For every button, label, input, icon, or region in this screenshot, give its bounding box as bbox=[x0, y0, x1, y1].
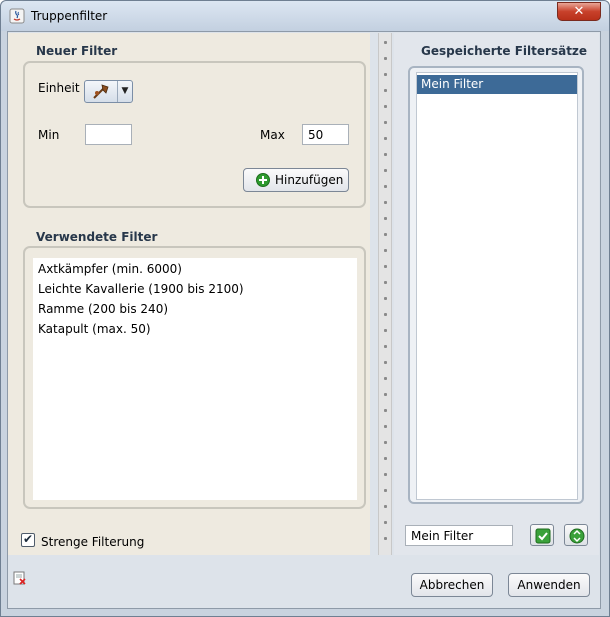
close-button[interactable]: ✕ bbox=[557, 2, 601, 21]
divider-grip-dot bbox=[384, 377, 387, 380]
divider-grip-dot bbox=[384, 489, 387, 492]
divider-grip-dot bbox=[384, 137, 387, 140]
divider-grip-dot bbox=[384, 41, 387, 44]
strict-filter-checkbox[interactable]: ✔ bbox=[21, 533, 35, 547]
list-item[interactable]: Axtkämpfer (min. 6000) bbox=[38, 262, 182, 276]
divider-grip-dot bbox=[384, 521, 387, 524]
axe-icon bbox=[93, 84, 109, 99]
cancel-button[interactable]: Abbrechen bbox=[411, 573, 493, 597]
divider-grip-dot bbox=[384, 281, 387, 284]
used-filters-list[interactable]: Axtkämpfer (min. 6000) Leichte Kavalleri… bbox=[33, 258, 357, 500]
checkmark-icon: ✔ bbox=[22, 532, 34, 546]
divider-grip-dot bbox=[384, 73, 387, 76]
chevron-down-icon[interactable]: ▼ bbox=[117, 81, 132, 102]
divider-grip-dot bbox=[384, 409, 387, 412]
divider-grip-dot bbox=[384, 57, 387, 60]
unit-select[interactable]: ▼ bbox=[84, 80, 133, 103]
filter-name-input[interactable]: Mein Filter bbox=[405, 525, 513, 546]
recycle-icon bbox=[569, 528, 585, 544]
add-button[interactable]: Hinzufügen bbox=[243, 168, 349, 192]
divider-grip-dot bbox=[384, 313, 387, 316]
divider-grip-dot bbox=[384, 153, 387, 156]
unit-label: Einheit bbox=[38, 81, 80, 95]
divider-grip-dot bbox=[384, 297, 387, 300]
saved-filters-list[interactable]: Mein Filter bbox=[416, 72, 578, 500]
divider-grip-dot bbox=[384, 505, 387, 508]
divider-grip-dot bbox=[384, 425, 387, 428]
window-title: Truppenfilter bbox=[31, 9, 108, 23]
divider-grip-dot bbox=[384, 441, 387, 444]
divider-grip-dot bbox=[384, 233, 387, 236]
title-bar[interactable]: Truppenfilter ✕ bbox=[1, 1, 609, 31]
divider-grip-dot bbox=[384, 105, 387, 108]
used-filters-title: Verwendete Filter bbox=[36, 230, 158, 244]
saved-filter-item[interactable]: Mein Filter bbox=[417, 75, 577, 94]
min-label: Min bbox=[38, 128, 60, 142]
java-app-icon bbox=[9, 8, 25, 24]
divider-grip-dot bbox=[384, 393, 387, 396]
split-pane-divider[interactable] bbox=[378, 33, 392, 555]
add-button-label: Hinzufügen bbox=[275, 173, 344, 187]
saved-filters-title: Gespeicherte Filtersätze bbox=[421, 44, 588, 58]
new-filter-title: Neuer Filter bbox=[36, 44, 118, 58]
list-item[interactable]: Ramme (200 bis 240) bbox=[38, 302, 168, 316]
error-log-icon[interactable] bbox=[13, 571, 27, 585]
divider-grip-dot bbox=[384, 473, 387, 476]
save-filter-button[interactable] bbox=[530, 524, 554, 546]
divider-grip-dot bbox=[384, 537, 387, 540]
divider-grip-dot bbox=[384, 361, 387, 364]
divider-grip-dot bbox=[384, 217, 387, 220]
divider-grip-dot bbox=[384, 249, 387, 252]
strict-filter-label: Strenge Filterung bbox=[41, 535, 145, 549]
divider-grip-dot bbox=[384, 185, 387, 188]
add-icon bbox=[256, 173, 270, 187]
list-item[interactable]: Leichte Kavallerie (1900 bis 2100) bbox=[38, 282, 244, 296]
divider-grip-dot bbox=[384, 265, 387, 268]
apply-button[interactable]: Anwenden bbox=[508, 573, 590, 597]
list-item[interactable]: Katapult (max. 50) bbox=[38, 322, 151, 336]
close-icon: ✕ bbox=[573, 4, 585, 19]
max-label: Max bbox=[260, 128, 285, 142]
delete-filter-button[interactable] bbox=[564, 524, 588, 546]
divider-grip-dot bbox=[384, 345, 387, 348]
divider-grip-dot bbox=[384, 457, 387, 460]
divider-grip-dot bbox=[384, 169, 387, 172]
max-input[interactable]: 50 bbox=[302, 124, 349, 145]
check-save-icon bbox=[535, 528, 551, 544]
min-input[interactable] bbox=[85, 124, 132, 145]
divider-grip-dot bbox=[384, 121, 387, 124]
divider-grip-dot bbox=[384, 89, 387, 92]
divider-grip-dot bbox=[384, 201, 387, 204]
divider-grip-dot bbox=[384, 329, 387, 332]
